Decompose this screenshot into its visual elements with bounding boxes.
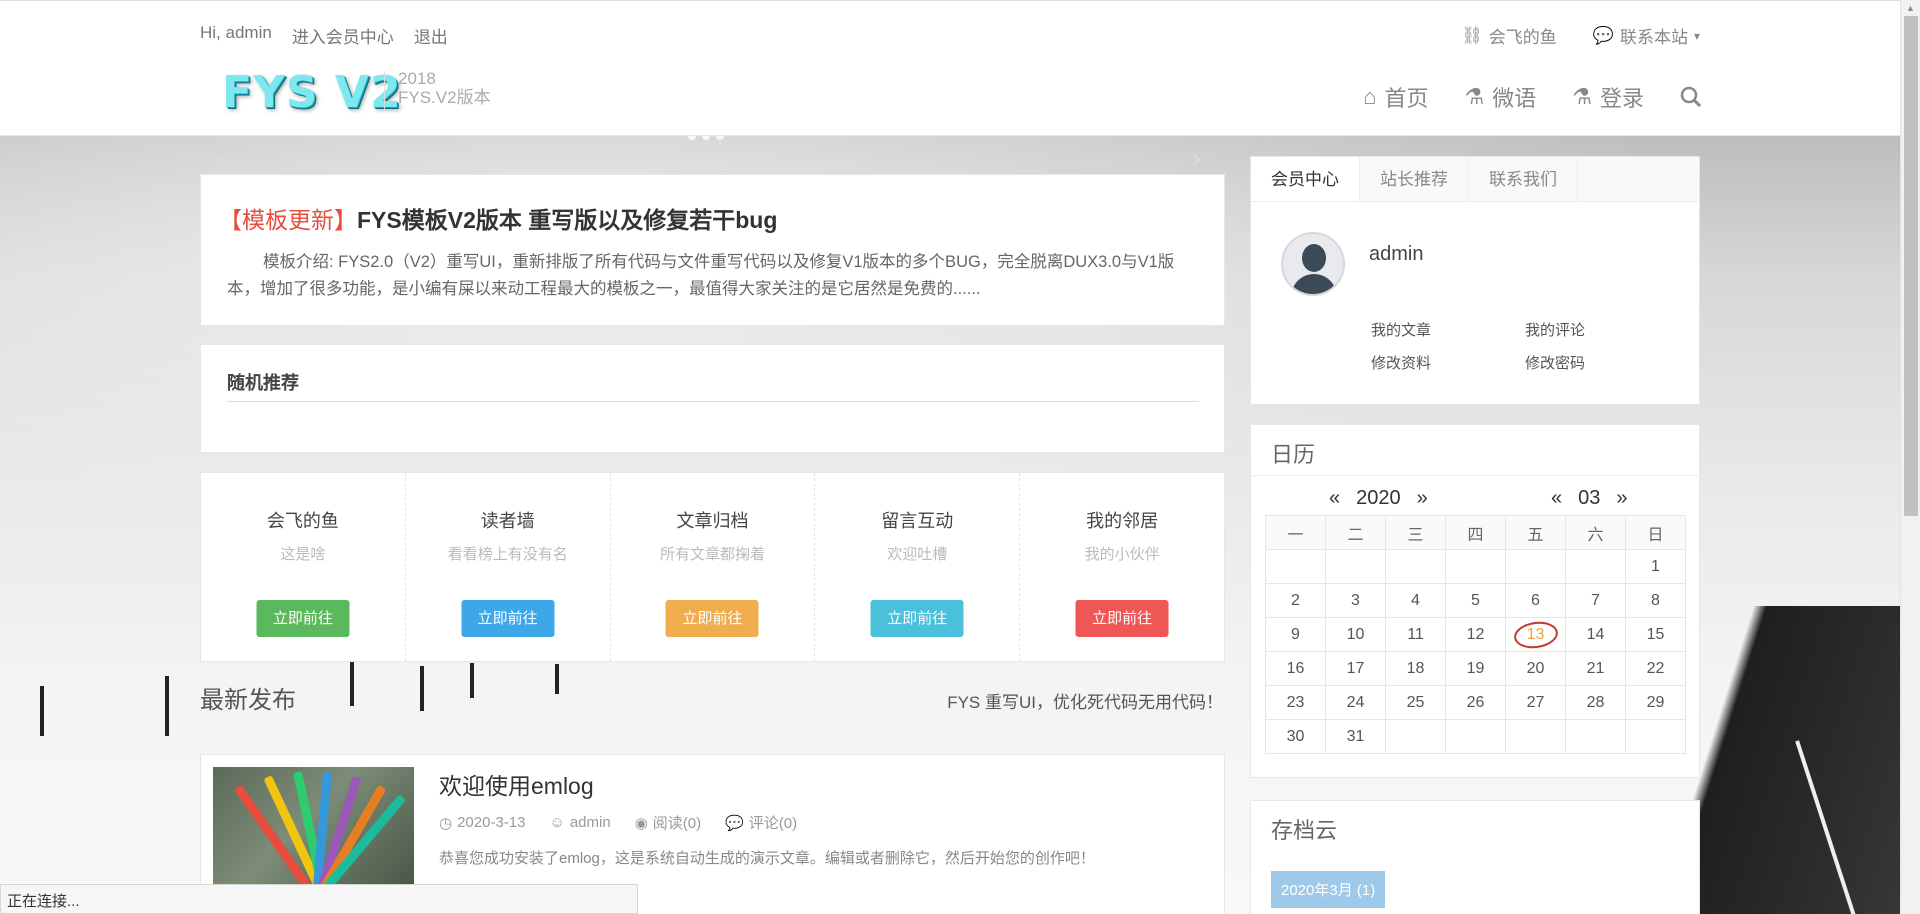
greeting: Hi, admin	[200, 23, 272, 42]
random-recommend-title: 随机推荐	[227, 373, 299, 393]
post-title[interactable]: 欢迎使用emlog	[439, 767, 594, 801]
post-author[interactable]: ☺ admin	[549, 812, 610, 833]
quick-link-card: 留言互动 欢迎吐槽 立即前往	[815, 473, 1021, 661]
my-articles-link[interactable]: 我的文章	[1371, 319, 1525, 340]
link-icon: ⛓	[1461, 25, 1483, 45]
week-row: 2345678	[1265, 583, 1686, 618]
eye-icon: ◉	[634, 814, 648, 832]
slider-next-arrow[interactable]: ›	[1192, 143, 1201, 174]
nav-weiyu[interactable]: ⚗ 微语	[1465, 81, 1537, 113]
status-bar: 正在连接...	[0, 884, 638, 914]
home-icon: ⌂	[1363, 84, 1377, 109]
week-row: 9 10 11 12 13 14 15	[1265, 617, 1686, 652]
weekday-row: 一 二 三 四 五 六 日	[1265, 515, 1686, 550]
change-password-link[interactable]: 修改密码	[1525, 352, 1679, 373]
comment-icon: 💬	[1592, 25, 1614, 45]
month-nav: « 03 »	[1551, 487, 1628, 510]
edit-profile-link[interactable]: 修改资料	[1371, 352, 1525, 373]
year-value: 2020	[1356, 487, 1401, 509]
user-bar: Hi, admin 进入会员中心 退出	[200, 23, 448, 48]
quick-link-card: 读者墙 看看榜上有没有名 立即前往	[406, 473, 611, 661]
random-recommend: 随机推荐	[200, 344, 1225, 453]
latest-posts-heading: 最新发布	[200, 687, 296, 714]
featured-description: 模板介绍: FYS2.0（V2）重写UI，重新排版了所有代码与文件重写代码以及修…	[227, 253, 1175, 298]
featured-title[interactable]: 【模板更新】FYS模板V2版本 重写版以及修复若干bug	[219, 201, 777, 235]
main-nav: ⌂ 首页 ⚗ 微语 ⚗ 登录	[1363, 81, 1702, 113]
site-header: Hi, admin 进入会员中心 退出 ⛓ 会飞的鱼 💬 联系本站 ▾ FYS …	[0, 0, 1920, 136]
prev-month-button[interactable]: «	[1551, 487, 1562, 510]
post-excerpt: 恭喜您成功安装了emlog，这是系统自动生成的演示文章。编辑或者删除它，然后开始…	[439, 850, 1095, 867]
go-button[interactable]: 立即前往	[256, 600, 350, 637]
calendar-day: 1	[1625, 549, 1686, 584]
calendar-today[interactable]: 13	[1505, 617, 1566, 652]
week-row: 30 31	[1265, 719, 1686, 754]
post-meta: ◷ 2020-3-13 ☺ admin ◉ 阅读(0) 💬 评论(0)	[439, 812, 797, 833]
search-icon	[1680, 86, 1702, 108]
post-comments[interactable]: 💬 评论(0)	[725, 812, 797, 833]
user-icon: ☺	[549, 814, 565, 831]
post-views: ◉ 阅读(0)	[634, 814, 702, 833]
member-center-panel: 会员中心 站长推荐 联系我们 admin 我的文章 我的评论 修改资料 修改密码	[1250, 156, 1700, 405]
page-scrollbar[interactable]: ▲	[1900, 0, 1920, 914]
calendar-panel: 日历 « 2020 » « 03 » 一 二 三 四 五 六 日 1 23456…	[1250, 424, 1700, 778]
go-button[interactable]: 立即前往	[461, 600, 555, 637]
week-row: 16 17 18 19 20 21 22	[1265, 651, 1686, 686]
post-date: ◷ 2020-3-13	[439, 814, 526, 832]
prev-year-button[interactable]: «	[1329, 487, 1340, 510]
calendar-title: 日历	[1271, 442, 1316, 467]
year-nav: « 2020 »	[1329, 487, 1428, 510]
nav-home[interactable]: ⌂ 首页	[1363, 81, 1428, 113]
quick-link-card: 会飞的鱼 这是啥 立即前往	[201, 473, 406, 661]
go-button[interactable]: 立即前往	[1075, 600, 1169, 637]
tab-member-center[interactable]: 会员中心	[1251, 157, 1360, 201]
archive-month-link[interactable]: 2020年3月 (1)	[1271, 871, 1386, 908]
logout-link[interactable]: 退出	[414, 23, 448, 48]
archive-title: 存档云	[1271, 818, 1338, 843]
flask-icon: ⚗	[1464, 84, 1485, 109]
my-comments-link[interactable]: 我的评论	[1525, 319, 1679, 340]
scrollbar-thumb[interactable]	[1904, 16, 1918, 516]
flask-icon: ⚗	[1572, 84, 1592, 109]
latest-posts-note: FYS 重写UI，优化死代码无用代码！	[947, 693, 1223, 712]
fish-link[interactable]: ⛓ 会飞的鱼	[1461, 23, 1557, 48]
scroll-up-icon[interactable]: ▲	[1906, 3, 1915, 13]
tab-contact[interactable]: 联系我们	[1469, 157, 1578, 201]
nav-login[interactable]: ⚗ 登录	[1572, 81, 1644, 113]
site-logo[interactable]: FYS V2	[222, 67, 402, 118]
next-year-button[interactable]: »	[1417, 487, 1428, 510]
contact-link[interactable]: 💬 联系本站 ▾	[1593, 23, 1700, 48]
search-button[interactable]	[1680, 86, 1702, 108]
member-center-link[interactable]: 进入会员中心	[292, 23, 394, 48]
top-links: ⛓ 会飞的鱼 💬 联系本站 ▾	[1461, 23, 1700, 48]
logo-divider	[384, 71, 385, 111]
slider-prev-arrow[interactable]: ‹	[216, 143, 225, 174]
week-row: 1	[1265, 549, 1686, 584]
quick-link-card: 文章归档 所有文章都掬着 立即前往	[611, 473, 816, 661]
featured-article: 【模板更新】FYS模板V2版本 重写版以及修复若干bug 模板介绍: FYS2.…	[200, 174, 1225, 326]
calendar-grid: 一 二 三 四 五 六 日 1 2345678 9 10 11 12 13 14 15 16…	[1265, 515, 1686, 754]
go-button[interactable]: 立即前往	[870, 600, 964, 637]
week-row: 23 24 25 26 27 28 29	[1265, 685, 1686, 720]
comment-icon: 💬	[725, 814, 744, 832]
divider	[227, 401, 1199, 402]
quick-link-card: 我的邻居 我的小伙伴 立即前往	[1020, 473, 1224, 661]
chevron-down-icon: ▾	[1693, 28, 1700, 43]
month-value: 03	[1578, 487, 1601, 509]
member-links: 我的文章 我的评论 修改资料 修改密码	[1371, 319, 1679, 373]
clock-icon: ◷	[439, 814, 453, 832]
go-button[interactable]: 立即前往	[665, 600, 759, 637]
avatar[interactable]	[1281, 232, 1345, 296]
tab-recommend[interactable]: 站长推荐	[1360, 157, 1469, 201]
next-month-button[interactable]: »	[1616, 487, 1627, 510]
member-tabs: 会员中心 站长推荐 联系我们	[1251, 157, 1699, 202]
quick-links: 会飞的鱼 这是啥 立即前往 读者墙 看看榜上有没有名 立即前往 文章归档 所有文…	[200, 472, 1225, 662]
archive-panel: 存档云 2020年3月 (1)	[1250, 800, 1700, 914]
username: admin	[1369, 243, 1424, 265]
logo-subtitle: 2018 FYS.V2版本	[398, 69, 491, 107]
